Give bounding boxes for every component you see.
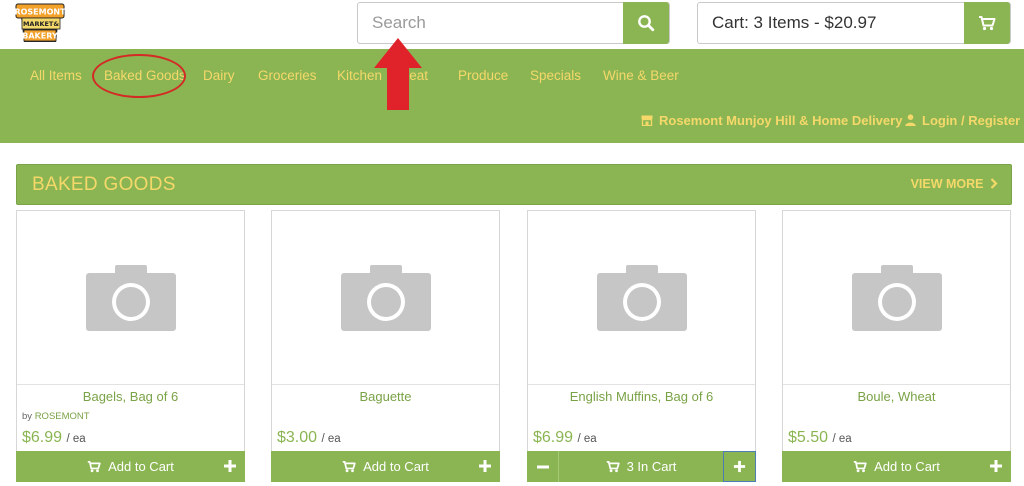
cart-icon	[853, 460, 867, 473]
add-to-cart-button[interactable]: Add to Cart	[782, 451, 1011, 482]
price-unit: / ea	[66, 433, 86, 445]
cart-icon	[342, 460, 356, 473]
product-price: $6.99 / ea	[533, 429, 597, 447]
product-card: English Muffins, Bag of 6 $6.99 / ea 3 I…	[527, 210, 756, 482]
product-name[interactable]: Bagels, Bag of 6	[17, 389, 244, 404]
camera-placeholder-icon	[340, 264, 431, 331]
cart-summary[interactable]: Cart: 3 Items - $20.97	[697, 2, 1011, 44]
camera-placeholder-icon	[851, 264, 942, 331]
increase-quantity-button[interactable]	[723, 451, 756, 482]
product-card: Boule, Wheat $5.50 / ea Add to Cart	[782, 210, 1011, 482]
product-actions: 3 In Cart	[527, 451, 756, 482]
product-price: $6.99 / ea	[22, 429, 86, 447]
product-name[interactable]: English Muffins, Bag of 6	[528, 389, 755, 404]
cart-icon	[979, 16, 996, 31]
search-icon	[638, 15, 655, 32]
cart-label: Cart: 3 Items - $20.97	[712, 13, 877, 32]
nav-item-wine-beer[interactable]: Wine & Beer	[603, 68, 679, 83]
nav-item-all-items[interactable]: All Items	[30, 68, 82, 83]
product-name[interactable]: Boule, Wheat	[783, 389, 1010, 404]
camera-placeholder-icon	[85, 264, 176, 331]
camera-placeholder-icon	[596, 264, 687, 331]
view-more-link[interactable]: VIEW MORE	[911, 177, 998, 191]
store-label: Rosemont Munjoy Hill & Home Delivery	[659, 113, 903, 128]
add-to-cart-label: Add to Cart	[874, 459, 940, 474]
decrease-quantity-button[interactable]	[527, 451, 559, 482]
price-unit: / ea	[577, 433, 597, 445]
product-image[interactable]	[272, 211, 499, 385]
annotation-circle	[92, 54, 186, 98]
store-selector[interactable]: Rosemont Munjoy Hill & Home Delivery	[641, 113, 902, 128]
header: ROSEMONT MARKET& BAKERY Cart: 3 Items - …	[0, 0, 1024, 49]
login-register-link[interactable]: Login / Register	[905, 113, 1020, 128]
price-value: $6.99	[533, 429, 574, 446]
svg-text:ROSEMONT: ROSEMONT	[14, 8, 66, 17]
price-unit: / ea	[321, 433, 341, 445]
annotation-arrow-up	[374, 38, 422, 110]
product-price: $3.00 / ea	[277, 429, 341, 447]
product-card: Bagels, Bag of 6 by ROSEMONT $6.99 / ea …	[16, 210, 245, 482]
in-cart-label: 3 In Cart	[626, 459, 677, 474]
product-image[interactable]	[783, 211, 1010, 385]
plus-icon	[733, 460, 746, 473]
nav-item-dairy[interactable]: Dairy	[203, 68, 235, 83]
search-button[interactable]	[623, 2, 669, 44]
add-to-cart-button[interactable]: Add to Cart	[16, 451, 245, 482]
store-icon	[641, 115, 653, 126]
product-image[interactable]	[17, 211, 244, 385]
section-header: BAKED GOODS VIEW MORE	[16, 164, 1012, 205]
view-more-label: VIEW MORE	[910, 177, 984, 191]
product-name[interactable]: Baguette	[272, 389, 499, 404]
nav-item-produce[interactable]: Produce	[458, 68, 508, 83]
plus-icon[interactable]	[223, 459, 237, 473]
logo[interactable]: ROSEMONT MARKET& BAKERY	[14, 2, 66, 44]
chevron-right-icon	[990, 178, 998, 189]
plus-icon[interactable]	[989, 459, 1003, 473]
brand-name[interactable]: ROSEMONT	[35, 411, 90, 422]
add-to-cart-label: Add to Cart	[363, 459, 429, 474]
product-brand: by ROSEMONT	[22, 411, 90, 422]
login-label: Login / Register	[922, 113, 1021, 128]
svg-text:BAKERY: BAKERY	[22, 32, 58, 41]
brand-prefix: by	[22, 411, 33, 422]
user-icon	[905, 114, 916, 126]
nav-item-specials[interactable]: Specials	[530, 68, 581, 83]
in-cart-indicator[interactable]: 3 In Cart	[559, 451, 723, 482]
product-actions: Add to Cart	[271, 451, 500, 482]
add-to-cart-button[interactable]: Add to Cart	[271, 451, 500, 482]
product-actions: Add to Cart	[782, 451, 1011, 482]
search-input[interactable]	[358, 3, 624, 43]
product-image[interactable]	[528, 211, 755, 385]
price-unit: / ea	[832, 433, 852, 445]
price-value: $6.99	[22, 429, 63, 446]
price-value: $3.00	[277, 429, 318, 446]
minus-icon	[536, 465, 549, 468]
svg-text:MARKET&: MARKET&	[23, 20, 59, 28]
cart-icon	[606, 460, 620, 473]
product-price: $5.50 / ea	[788, 429, 852, 447]
product-actions: Add to Cart	[16, 451, 245, 482]
price-value: $5.50	[788, 429, 829, 446]
add-to-cart-label: Add to Cart	[108, 459, 174, 474]
section-title: BAKED GOODS	[32, 174, 176, 195]
cart-icon	[87, 460, 101, 473]
cart-button[interactable]	[964, 2, 1010, 44]
plus-icon[interactable]	[478, 459, 492, 473]
product-card: Baguette $3.00 / ea Add to Cart	[271, 210, 500, 482]
nav-item-groceries[interactable]: Groceries	[258, 68, 317, 83]
